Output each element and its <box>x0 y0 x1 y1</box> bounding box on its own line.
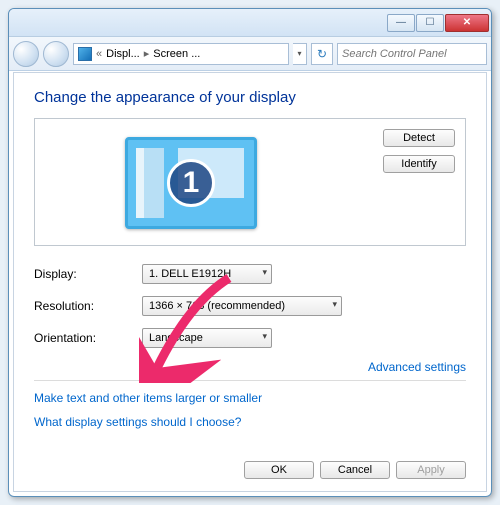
navbar: « Displ... ▸ Screen ... ▾ ↻ <box>9 37 491 71</box>
breadcrumb-history-dropdown[interactable]: ▾ <box>293 43 307 65</box>
orientation-label: Orientation: <box>34 331 142 345</box>
monitor-number-badge: 1 <box>167 159 215 207</box>
detect-button[interactable]: Detect <box>383 129 455 147</box>
breadcrumb-seg-display[interactable]: Displ... <box>106 48 140 60</box>
page-title: Change the appearance of your display <box>34 89 466 106</box>
identify-button[interactable]: Identify <box>383 155 455 173</box>
chevron-left-icon: « <box>94 48 104 60</box>
display-value: 1. DELL E1912H <box>149 268 231 280</box>
resolution-combobox[interactable]: 1366 × 768 (recommended) <box>142 296 342 316</box>
content-pane: Change the appearance of your display 1 … <box>13 72 487 492</box>
chevron-right-icon: ▸ <box>142 47 152 60</box>
control-panel-icon <box>78 47 92 61</box>
orientation-value: Landscape <box>149 332 203 344</box>
window: — ☐ ✕ « Displ... ▸ Screen ... ▾ ↻ Change… <box>8 8 492 497</box>
back-button[interactable] <box>13 41 39 67</box>
close-button[interactable]: ✕ <box>445 14 489 32</box>
orientation-combobox[interactable]: Landscape <box>142 328 272 348</box>
cancel-button[interactable]: Cancel <box>320 461 390 479</box>
display-label: Display: <box>34 267 142 281</box>
refresh-button[interactable]: ↻ <box>311 43 333 65</box>
advanced-settings-link[interactable]: Advanced settings <box>368 360 466 374</box>
breadcrumb-seg-screen[interactable]: Screen ... <box>153 48 200 60</box>
search-input[interactable] <box>337 43 487 65</box>
resolution-value: 1366 × 768 (recommended) <box>149 300 285 312</box>
monitor-thumbnail[interactable]: 1 <box>125 137 257 229</box>
text-size-link[interactable]: Make text and other items larger or smal… <box>34 391 262 405</box>
resolution-label: Resolution: <box>34 299 142 313</box>
apply-button[interactable]: Apply <box>396 461 466 479</box>
maximize-button[interactable]: ☐ <box>416 14 444 32</box>
ok-button[interactable]: OK <box>244 461 314 479</box>
display-combobox[interactable]: 1. DELL E1912H <box>142 264 272 284</box>
titlebar: — ☐ ✕ <box>9 9 491 37</box>
help-link[interactable]: What display settings should I choose? <box>34 415 241 429</box>
divider <box>34 380 466 381</box>
breadcrumb[interactable]: « Displ... ▸ Screen ... <box>73 43 289 65</box>
dialog-buttons: OK Cancel Apply <box>244 461 466 479</box>
monitor-preview-area: 1 Detect Identify <box>34 118 466 246</box>
minimize-button[interactable]: — <box>387 14 415 32</box>
forward-button[interactable] <box>43 41 69 67</box>
